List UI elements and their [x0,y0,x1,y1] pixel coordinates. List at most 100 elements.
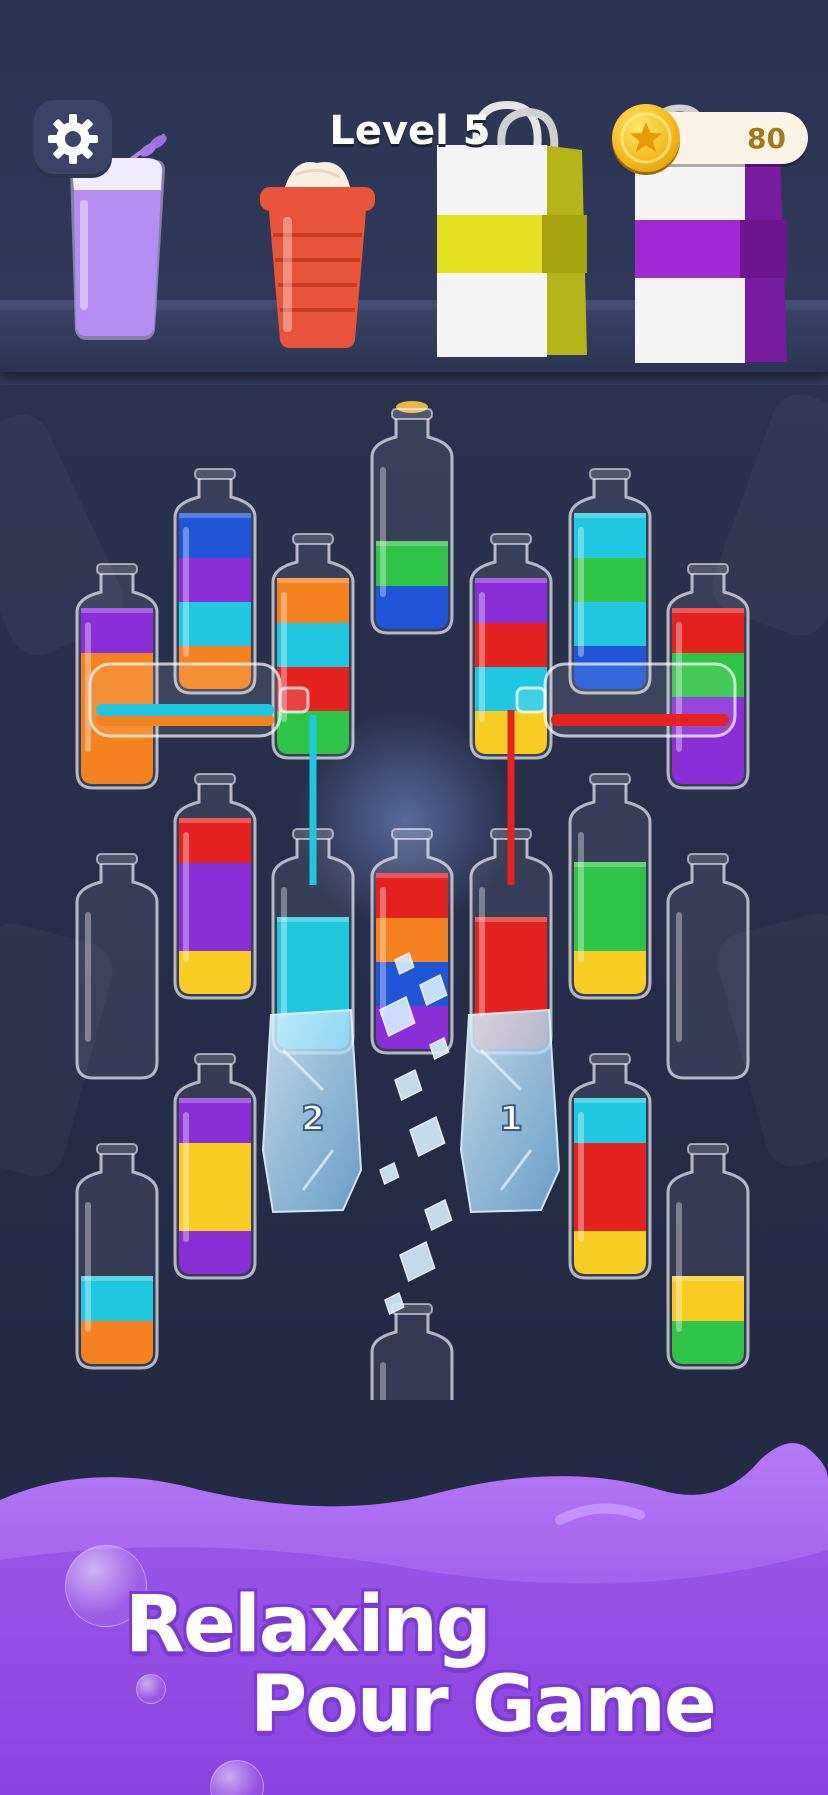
glass-highlight [183,832,189,962]
liquid-layer-red [179,818,251,863]
liquid-layer-red [574,1186,646,1231]
liquid-layer-orange [81,1320,153,1364]
promo-banner: Relaxing Pour Game [0,1560,828,1795]
frozen-bottle[interactable]: 1 [459,1008,561,1214]
liquid-layer-purple [672,740,744,784]
bottle-rim [490,533,532,545]
liquid-surface [277,578,349,583]
bottle[interactable] [173,773,257,1000]
bottle[interactable] [370,1303,454,1400]
liquid-layer-orange [81,740,153,784]
glass-highlight [85,912,91,1042]
liquid-surface [277,917,349,922]
liquid-surface [179,818,251,823]
liquid-layer-yellow [179,1142,251,1187]
liquid-layer-purple [179,1230,251,1274]
liquid-layer-purple [179,906,251,951]
bottle-rim [391,408,433,420]
liquid-layer-red [475,917,547,962]
freeze-counter: 1 [499,1099,523,1139]
glass-highlight [183,1112,189,1242]
liquid-layer-yellow [574,950,646,994]
liquid-layer-yellow [179,1186,251,1231]
bottle-field: 21 [75,401,750,1400]
liquid-layer-red [574,1142,646,1187]
liquid-layer-cyan [277,917,349,962]
liquid-surface [81,608,153,613]
liquid-layer-purple [179,557,251,602]
liquid-layer-orange [277,578,349,623]
liquid-layer-yellow [574,1230,646,1274]
liquid-surface [672,1276,744,1281]
banner-line-2: Pour Game [250,1660,717,1750]
bottle[interactable] [370,401,454,635]
glass-highlight [85,1202,91,1332]
bottle-rim [589,1053,631,1065]
glass-highlight [380,1362,386,1400]
liquid-layer-yellow [672,1276,744,1321]
glass-highlight [479,592,485,722]
bottle[interactable] [173,1053,257,1280]
bottle-rim [589,468,631,480]
ice-shard [409,1115,446,1158]
liquid-layer-purple [81,608,153,653]
liquid-layer-cyan [179,601,251,646]
liquid-layer-orange [376,917,448,962]
ice-shard [394,1068,423,1102]
ice-shard [424,1198,453,1232]
bottle[interactable] [568,468,652,695]
bottle-rim [391,828,433,840]
liquid-surface [574,1098,646,1103]
liquid-surface [179,513,251,518]
glass-highlight [676,912,682,1042]
glass-highlight [479,887,485,1017]
bottle[interactable] [666,1143,750,1370]
bottle[interactable] [568,1053,652,1280]
bottle-rim [194,468,236,480]
bottle[interactable] [75,1143,159,1370]
bottle-rim [96,563,138,575]
liquid-layer-purple [475,578,547,623]
liquid-surface [475,578,547,583]
glass-highlight [578,832,584,962]
liquid-layer-cyan [574,601,646,646]
glass-highlight [281,887,287,1017]
liquid-layer-green [574,906,646,951]
liquid-layer-cyan [574,1098,646,1143]
bottle-rim [687,563,729,575]
liquid-surface [179,1098,251,1103]
bottle-rim [96,853,138,865]
bottle[interactable] [75,853,159,1080]
liquid-layer-blue [376,585,448,629]
bottle[interactable] [568,773,652,1000]
glass-highlight [183,527,189,657]
bottle[interactable] [173,468,257,695]
liquid-layer-purple [179,1098,251,1143]
glass-highlight [380,467,386,597]
liquid-layer-cyan [81,1276,153,1321]
liquid-layer-cyan [574,513,646,558]
liquid-layer-yellow [179,950,251,994]
bottle[interactable] [666,853,750,1080]
game-screen: Level 5 80 21 Relaxing Pour Game [0,0,828,1795]
bottle-rim [96,1143,138,1155]
glass-highlight [380,887,386,1017]
bottle-rim [687,1143,729,1155]
glass-highlight [676,1202,682,1332]
liquid-layer-red [376,873,448,918]
bottle-rim [194,1053,236,1065]
liquid-layer-green [574,557,646,602]
liquid-layer-red [475,622,547,667]
bottle-rim [194,773,236,785]
liquid-layer-purple [179,862,251,907]
liquid-layer-red [672,608,744,653]
liquid-surface [574,862,646,867]
freeze-counter: 2 [301,1099,325,1139]
frozen-bottle[interactable]: 2 [261,1008,363,1214]
liquid-surface [672,608,744,613]
liquid-layer-red [475,961,547,1006]
liquid-layer-blue [179,513,251,558]
liquid-surface [475,917,547,922]
bottle-rim [589,773,631,785]
ice-shard [399,1240,436,1283]
